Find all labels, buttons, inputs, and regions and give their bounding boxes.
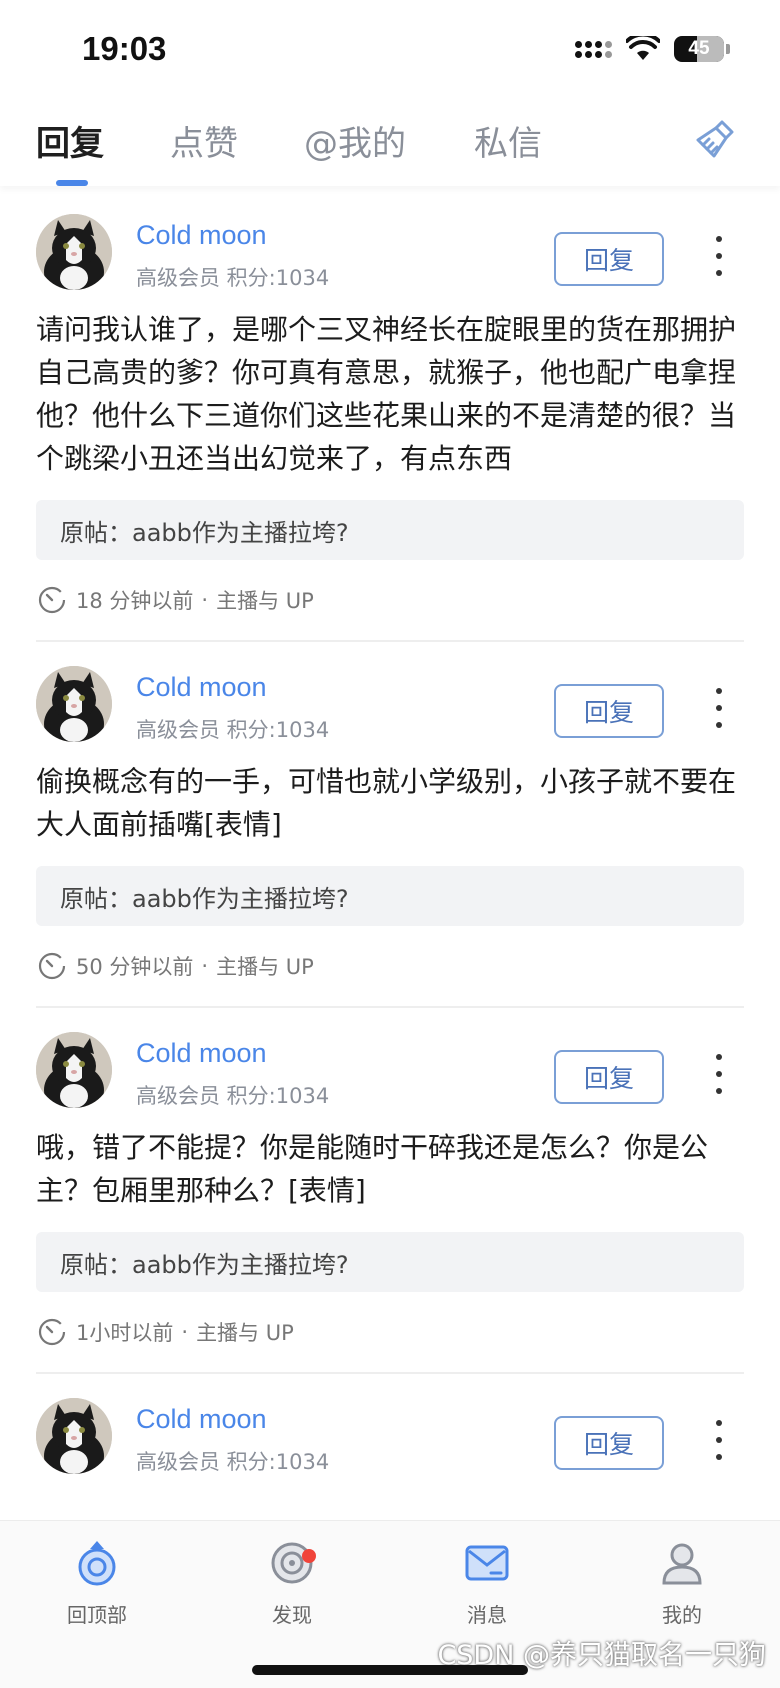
nav-messages[interactable]: 消息 [422,1537,552,1628]
tab-private-messages[interactable]: 私信 [474,116,542,165]
status-bar: 19:03 45 [0,0,780,100]
reply-category[interactable]: 主播与 UP [216,585,314,615]
profile-icon [662,1543,702,1585]
clear-broom-icon[interactable] [692,118,736,162]
separator-dot: · [201,954,209,978]
status-indicators: 45 [575,36,730,62]
cat-avatar-icon [36,666,112,742]
battery-tip [726,44,730,54]
username[interactable]: Cold moon [136,672,267,703]
tab-bar: 回复 点赞 @我的 私信 [0,100,780,186]
tab-likes[interactable]: 点赞 [170,116,238,165]
notification-badge [302,1549,316,1563]
tab-reply[interactable]: 回复 [36,116,104,165]
tab-indicator [56,180,88,186]
nav-label: 消息 [467,1603,507,1627]
list-item: Cold moon 高级会员 积分:1034 回复 [0,1374,780,1484]
reply-button[interactable]: 回复 [554,1416,664,1470]
wifi-icon [626,36,660,60]
reply-content: 哦，错了不能提？你是能随时干碎我还是怎么？你是公主？包厢里那种么？[表情] [36,1131,709,1207]
more-options-icon[interactable] [714,688,724,728]
item-header: Cold moon 高级会员 积分:1034 回复 [36,190,744,300]
reply-button[interactable]: 回复 [554,1050,664,1104]
original-post-link[interactable]: 原帖：aabb作为主播拉垮? [36,500,744,560]
list-item: Cold moon 高级会员 积分:1034 回复 偷换概念有的一手，可惜也就小… [0,642,780,1008]
reply-time: 18 分钟以前 [76,589,194,613]
item-footer: 50 分钟以前 · 主播与 UP [36,926,744,1008]
separator-dot: · [181,1320,189,1344]
message-icon [465,1545,509,1581]
nav-label: 我的 [662,1603,702,1627]
reply-button[interactable]: 回复 [554,232,664,286]
reply-category[interactable]: 主播与 UP [196,1317,294,1347]
bottom-nav: 回顶部 发现 消息 我的 CSDN @养只猫取名一只狗 [0,1520,780,1688]
nav-profile[interactable]: 我的 [617,1537,747,1628]
clock-icon [38,952,66,980]
battery-level: 45 [688,38,710,59]
cat-avatar-icon [36,214,112,290]
reply-category[interactable]: 主播与 UP [216,951,314,981]
item-header: Cold moon 高级会员 积分:1034 回复 [36,642,744,752]
user-meta: 高级会员 积分:1034 [136,718,330,742]
avatar[interactable] [36,1398,112,1474]
original-post-link[interactable]: 原帖：aabb作为主播拉垮? [36,1232,744,1292]
clock-icon [38,1318,66,1346]
username[interactable]: Cold moon [136,220,267,251]
separator-dot: · [201,588,209,612]
reply-list: Cold moon 高级会员 积分:1034 回复 请问我认谁了，是哪个三叉神经… [0,190,780,1520]
more-options-icon[interactable] [714,236,724,276]
reply-time: 50 分钟以前 [76,955,194,979]
list-item: Cold moon 高级会员 积分:1034 回复 请问我认谁了，是哪个三叉神经… [0,190,780,642]
username[interactable]: Cold moon [136,1038,267,1069]
user-meta: 高级会员 积分:1034 [136,1450,330,1474]
status-time: 19:03 [82,30,167,67]
user-meta: 高级会员 积分:1034 [136,266,330,290]
item-header: Cold moon 高级会员 积分:1034 回复 [36,1008,744,1118]
more-options-icon[interactable] [714,1054,724,1094]
tab-mentions[interactable]: @我的 [304,116,406,165]
avatar[interactable] [36,1032,112,1108]
battery-icon: 45 [674,36,724,62]
more-options-icon[interactable] [714,1420,724,1460]
reply-content: 偷换概念有的一手，可惜也就小学级别，小孩子就不要在大人面前插嘴[表情] [36,765,737,841]
list-item: Cold moon 高级会员 积分:1034 回复 哦，错了不能提？你是能随时干… [0,1008,780,1374]
nav-discover[interactable]: 发现 [227,1537,357,1628]
reply-content: 请问我认谁了，是哪个三叉神经长在腚眼里的货在那拥护自己高贵的爹？你可真有意思，就… [36,313,737,475]
avatar[interactable] [36,666,112,742]
item-footer: 18 分钟以前 · 主播与 UP [36,560,744,642]
cat-avatar-icon [36,1032,112,1108]
discover-icon [271,1542,313,1584]
item-header: Cold moon 高级会员 积分:1034 回复 [36,1374,744,1484]
cat-avatar-icon [36,1398,112,1474]
username[interactable]: Cold moon [136,1404,267,1435]
reply-time: 1小时以前 [76,1321,174,1345]
clock-icon [38,586,66,614]
nav-back-to-top[interactable]: 回顶部 [32,1537,162,1628]
back-to-top-icon [78,1541,116,1586]
reply-button[interactable]: 回复 [554,684,664,738]
cellular-signal-icon [575,40,612,58]
user-meta: 高级会员 积分:1034 [136,1084,330,1108]
item-footer: 1小时以前 · 主播与 UP [36,1292,744,1374]
home-indicator[interactable] [252,1665,528,1675]
nav-label: 发现 [272,1603,312,1627]
nav-label: 回顶部 [67,1603,127,1627]
original-post-link[interactable]: 原帖：aabb作为主播拉垮? [36,866,744,926]
avatar[interactable] [36,214,112,290]
